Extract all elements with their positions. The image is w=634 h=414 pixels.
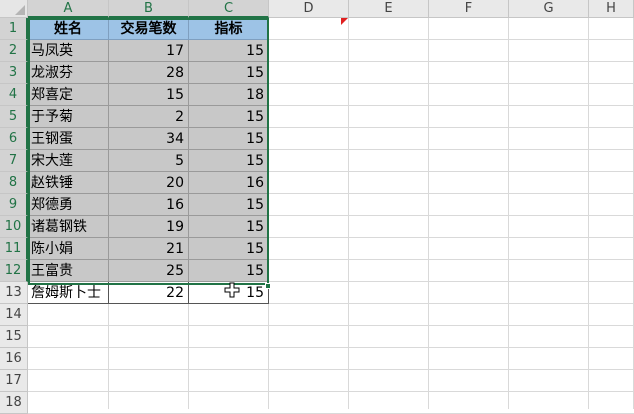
cell-indicator[interactable]: 15 (189, 150, 269, 172)
row-header-14[interactable]: 14 (0, 304, 28, 326)
gridline-vertical (348, 18, 349, 409)
row-header-17[interactable]: 17 (0, 370, 28, 392)
row-header-2[interactable]: 2 (0, 40, 28, 62)
cell-name[interactable]: 陈小娟 (28, 238, 109, 260)
column-header-d[interactable]: D (269, 0, 349, 18)
column-header-b[interactable]: B (109, 0, 189, 18)
cell-header-name[interactable]: 姓名 (28, 18, 109, 40)
cell-name[interactable]: 诸葛钢铁 (28, 216, 109, 238)
column-header-c[interactable]: C (189, 0, 269, 18)
cell-trade-count[interactable]: 15 (109, 84, 189, 106)
cell-name[interactable]: 赵铁锤 (28, 172, 109, 194)
gridline-horizontal (28, 391, 634, 392)
column-header-g[interactable]: G (509, 0, 589, 18)
cell-indicator[interactable]: 15 (189, 216, 269, 238)
comment-indicator-icon[interactable] (341, 18, 348, 25)
row-header-18[interactable]: 18 (0, 392, 28, 414)
move-cursor-icon (224, 282, 240, 298)
row-header-5[interactable]: 5 (0, 106, 28, 128)
cell-trade-count[interactable]: 34 (109, 128, 189, 150)
cell-trade-count[interactable]: 22 (109, 282, 189, 304)
cell-header-indicator[interactable]: 指标 (189, 18, 269, 40)
row-header-6[interactable]: 6 (0, 128, 28, 150)
cell-name[interactable]: 宋大莲 (28, 150, 109, 172)
row-header-8[interactable]: 8 (0, 172, 28, 194)
cell-name[interactable]: 詹姆斯卜士 (28, 282, 109, 304)
cell-indicator[interactable]: 18 (189, 84, 269, 106)
row-header-13[interactable]: 13 (0, 282, 28, 304)
cell-indicator[interactable]: 15 (189, 40, 269, 62)
gridline-vertical (508, 18, 509, 409)
row-header-15[interactable]: 15 (0, 326, 28, 348)
row-header-3[interactable]: 3 (0, 62, 28, 84)
cell-name[interactable]: 郑喜定 (28, 84, 109, 106)
cell-indicator[interactable]: 15 (189, 128, 269, 150)
row-header-1[interactable]: 1 (0, 18, 28, 40)
gridline-horizontal (28, 347, 634, 348)
cell-trade-count[interactable]: 19 (109, 216, 189, 238)
cell-indicator[interactable]: 15 (189, 260, 269, 282)
row-header-16[interactable]: 16 (0, 348, 28, 370)
row-header-12[interactable]: 12 (0, 260, 28, 282)
spreadsheet-grid[interactable]: A B C D E F G H 1 2 3 4 5 6 7 8 9 10 11 12 13 14 15 16 1… (0, 0, 634, 414)
row-header-9[interactable]: 9 (0, 194, 28, 216)
column-header-e[interactable]: E (349, 0, 429, 18)
gridline-vertical (428, 18, 429, 409)
cell-name[interactable]: 王富贵 (28, 260, 109, 282)
cell-trade-count[interactable]: 16 (109, 194, 189, 216)
gridline-horizontal (28, 369, 634, 370)
cell-indicator[interactable]: 15 (189, 62, 269, 84)
select-all-icon (15, 5, 25, 15)
gridline-horizontal (28, 325, 634, 326)
row-header-7[interactable]: 7 (0, 150, 28, 172)
cell-indicator[interactable]: 15 (189, 106, 269, 128)
column-header-f[interactable]: F (429, 0, 509, 18)
column-header-a[interactable]: A (28, 0, 109, 18)
fill-handle[interactable] (265, 283, 271, 289)
cell-indicator[interactable]: 16 (189, 172, 269, 194)
cell-trade-count[interactable]: 28 (109, 62, 189, 84)
cell-name[interactable]: 龙淑芬 (28, 62, 109, 84)
row-header-10[interactable]: 10 (0, 216, 28, 238)
cell-name[interactable]: 王钢蛋 (28, 128, 109, 150)
cell-trade-count[interactable]: 25 (109, 260, 189, 282)
gridline-vertical (588, 18, 589, 409)
cell-indicator[interactable]: 15 (189, 194, 269, 216)
cell-name[interactable]: 于予菊 (28, 106, 109, 128)
cell-indicator[interactable]: 15 (189, 238, 269, 260)
cell-trade-count[interactable]: 17 (109, 40, 189, 62)
cell-name[interactable]: 郑德勇 (28, 194, 109, 216)
cell-trade-count[interactable]: 2 (109, 106, 189, 128)
select-all-corner[interactable] (0, 0, 28, 18)
row-header-11[interactable]: 11 (0, 238, 28, 260)
cell-name[interactable]: 马凤英 (28, 40, 109, 62)
row-header-4[interactable]: 4 (0, 84, 28, 106)
cell-trade-count[interactable]: 5 (109, 150, 189, 172)
column-header-h[interactable]: H (589, 0, 634, 18)
cell-header-trade-count[interactable]: 交易笔数 (109, 18, 189, 40)
cell-trade-count[interactable]: 20 (109, 172, 189, 194)
cell-trade-count[interactable]: 21 (109, 238, 189, 260)
